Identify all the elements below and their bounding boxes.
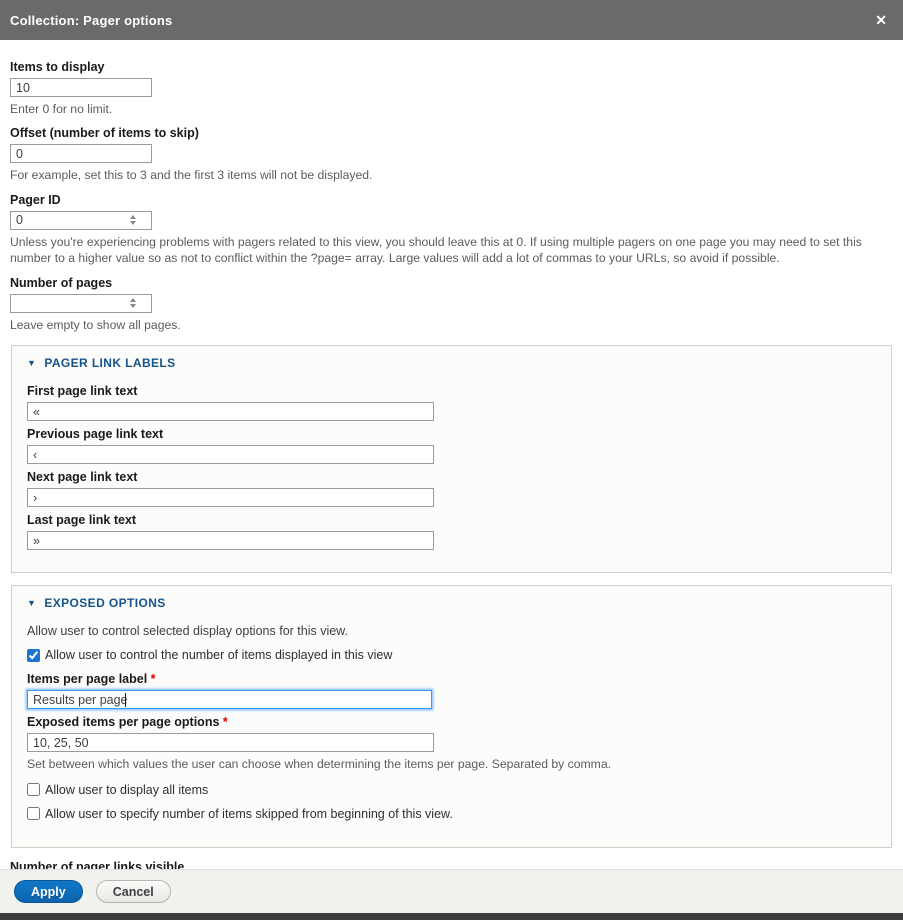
first-page-link-input[interactable] (27, 402, 434, 421)
last-page-link-field: Last page link text (27, 513, 876, 550)
pager-options-modal: Collection: Pager options ✕ Items to dis… (0, 0, 903, 920)
first-page-link-label: First page link text (27, 384, 876, 398)
text-cursor (125, 693, 126, 707)
control-items-checkbox-label: Allow user to control the number of item… (45, 648, 392, 662)
modal-title: Collection: Pager options (10, 13, 172, 28)
previous-page-link-input[interactable] (27, 445, 434, 464)
offset-input[interactable] (10, 144, 152, 163)
display-all-checkbox-row: Allow user to display all items (27, 783, 876, 797)
cancel-button[interactable]: Cancel (96, 880, 171, 903)
offset-description: For example, set this to 3 and the first… (10, 167, 890, 183)
exposed-items-options-label: Exposed items per page options * (27, 715, 876, 729)
pager-id-label: Pager ID (10, 193, 893, 207)
exposed-options-legend-text: EXPOSED OPTIONS (44, 596, 165, 610)
pager-id-field: Pager ID Unless you're experiencing prob… (10, 193, 893, 267)
exposed-items-options-description: Set between which values the user can ch… (27, 756, 876, 772)
required-asterisk: * (151, 672, 156, 686)
exposed-options-legend[interactable]: ▼ EXPOSED OPTIONS (27, 596, 876, 610)
number-of-pages-label: Number of pages (10, 276, 893, 290)
number-spinner-icon[interactable] (130, 215, 136, 225)
last-page-link-label: Last page link text (27, 513, 876, 527)
exposed-options-intro: Allow user to control selected display o… (27, 624, 876, 638)
next-page-link-input[interactable] (27, 488, 434, 507)
display-all-checkbox-label: Allow user to display all items (45, 783, 208, 797)
exposed-items-options-input[interactable] (27, 733, 434, 752)
last-page-link-input[interactable] (27, 531, 434, 550)
pager-link-labels-legend[interactable]: ▼ PAGER LINK LABELS (27, 356, 876, 370)
modal-header: Collection: Pager options ✕ (0, 0, 903, 40)
display-all-checkbox[interactable] (27, 783, 40, 796)
skip-items-checkbox-row: Allow user to specify number of items sk… (27, 807, 876, 821)
close-icon[interactable]: ✕ (871, 11, 891, 29)
number-of-pages-field: Number of pages Leave empty to show all … (10, 276, 893, 333)
skip-items-checkbox[interactable] (27, 807, 40, 820)
exposed-items-options-field: Exposed items per page options * Set bet… (27, 715, 876, 772)
modal-content: Items to display Enter 0 for no limit. O… (0, 40, 903, 869)
offset-label: Offset (number of items to skip) (10, 126, 893, 140)
items-to-display-description: Enter 0 for no limit. (10, 101, 890, 117)
control-items-checkbox[interactable] (27, 649, 40, 662)
required-asterisk: * (223, 715, 228, 729)
number-of-pages-description: Leave empty to show all pages. (10, 317, 890, 333)
modal-footer: Apply Cancel (0, 869, 903, 913)
previous-page-link-label: Previous page link text (27, 427, 876, 441)
apply-button[interactable]: Apply (14, 880, 83, 903)
offset-field: Offset (number of items to skip) For exa… (10, 126, 893, 183)
collapse-arrow-icon: ▼ (27, 598, 36, 608)
pager-link-labels-fieldset: ▼ PAGER LINK LABELS First page link text… (11, 345, 892, 573)
links-visible-label: Number of pager links visible (10, 860, 893, 869)
pager-id-description: Unless you're experiencing problems with… (10, 234, 890, 267)
items-to-display-input[interactable] (10, 78, 152, 97)
collapse-arrow-icon: ▼ (27, 358, 36, 368)
items-to-display-label: Items to display (10, 60, 893, 74)
pager-link-labels-legend-text: PAGER LINK LABELS (44, 356, 175, 370)
next-page-link-field: Next page link text (27, 470, 876, 507)
items-to-display-field: Items to display Enter 0 for no limit. (10, 60, 893, 117)
links-visible-field: Number of pager links visible Specify th… (10, 860, 893, 869)
first-page-link-field: First page link text (27, 384, 876, 421)
next-page-link-label: Next page link text (27, 470, 876, 484)
items-per-page-label-input[interactable] (27, 690, 432, 709)
skip-items-checkbox-label: Allow user to specify number of items sk… (45, 807, 453, 821)
page-background-strip (0, 913, 903, 920)
exposed-options-fieldset: ▼ EXPOSED OPTIONS Allow user to control … (11, 585, 892, 847)
previous-page-link-field: Previous page link text (27, 427, 876, 464)
items-per-page-label-label: Items per page label * (27, 672, 876, 686)
control-items-checkbox-row: Allow user to control the number of item… (27, 648, 876, 662)
number-spinner-icon[interactable] (130, 298, 136, 308)
items-per-page-label-field: Items per page label * (27, 672, 876, 709)
